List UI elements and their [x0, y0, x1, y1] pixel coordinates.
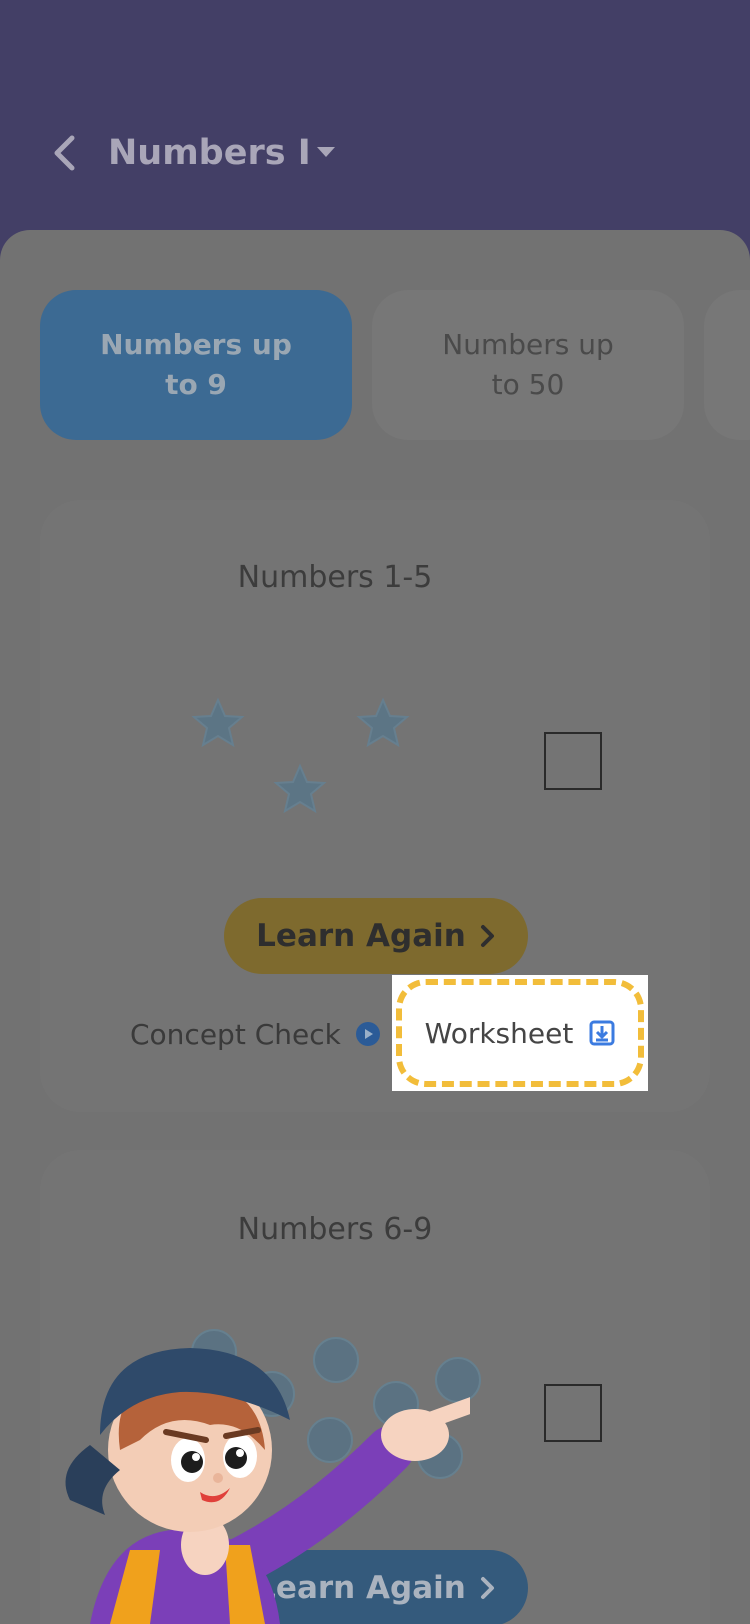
header-bar: Numbers I: [0, 0, 750, 260]
star-icon: [273, 763, 327, 814]
caret-down-icon[interactable]: [314, 142, 338, 162]
completion-checkbox[interactable]: [544, 1384, 602, 1442]
chevron-right-icon: [480, 1577, 494, 1599]
learn-again-label: Learn Again: [256, 918, 466, 954]
play-circle-icon: [355, 1022, 380, 1046]
card-title: Numbers 1-5: [237, 560, 433, 595]
star-icon: [356, 697, 410, 748]
card-title: Numbers 6-9: [237, 1212, 433, 1247]
worksheet-link[interactable]: Worksheet: [396, 979, 644, 1087]
back-button[interactable]: [44, 128, 84, 178]
worksheet-label: Worksheet: [424, 1016, 574, 1050]
page-title[interactable]: Numbers I: [108, 128, 311, 178]
completion-checkbox[interactable]: [544, 732, 602, 790]
concept-check-label: Concept Check: [130, 1017, 341, 1051]
tab-numbers-up-to-9[interactable]: Numbers up to 9: [40, 290, 352, 440]
mascot-character: [65, 1348, 470, 1624]
learn-again-button[interactable]: Learn Again: [224, 898, 528, 974]
concept-check-link[interactable]: Concept Check: [130, 1014, 381, 1054]
tab-numbers-up-to-50[interactable]: Numbers up to 50: [372, 290, 684, 440]
download-icon: [589, 1020, 615, 1046]
worksheet-highlight[interactable]: Worksheet: [392, 975, 648, 1091]
star-icon: [191, 697, 245, 748]
stars-illustration: [191, 697, 410, 814]
chevron-right-icon: [480, 925, 494, 947]
chevron-left-icon: [54, 135, 75, 171]
tab-next-partial[interactable]: [704, 290, 750, 440]
